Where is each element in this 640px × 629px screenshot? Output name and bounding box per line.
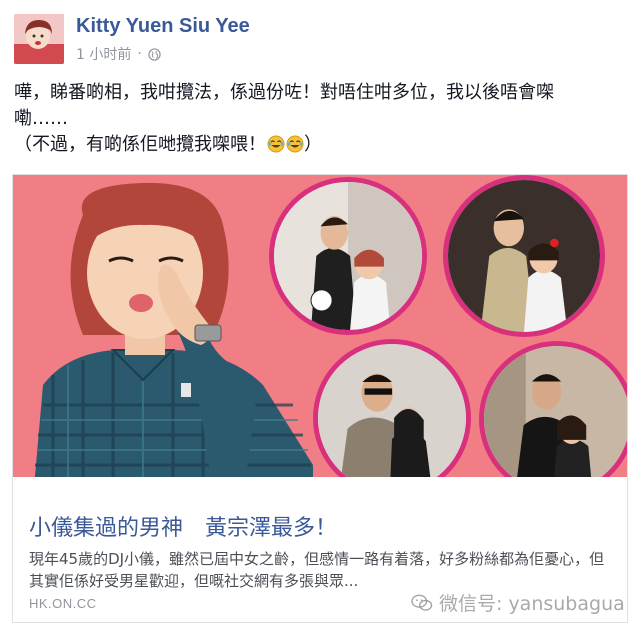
avatar-image xyxy=(14,14,64,64)
post-text-line: （不過，有啲係佢哋攬我㗎喂！） xyxy=(14,134,322,155)
wechat-icon xyxy=(411,594,433,611)
link-preview-image[interactable] xyxy=(13,175,627,499)
post-text-line: 嘞…… xyxy=(14,108,68,129)
post-timestamp[interactable]: 1 小时前 xyxy=(76,44,131,64)
laughing-tears-emoji-icon xyxy=(286,135,304,153)
photo-circle-3 xyxy=(313,339,471,497)
link-summary: 現年45歲的DJ小儀，雖然已屆中女之齡，但感情一路有着落，好多粉絲都為佢憂心，但… xyxy=(29,550,605,590)
watermark-text: 微信号: yansubagua xyxy=(439,593,625,615)
post-text-line: 嘩，睇番啲相，我咁攬法，係過份咗！對唔住咁多位，我以後唔會㗎 xyxy=(14,82,554,103)
globe-icon[interactable] xyxy=(148,47,161,61)
meta-separator: · xyxy=(137,46,142,62)
profile-avatar[interactable] xyxy=(14,14,64,64)
author-name[interactable]: Kitty Yuen Siu Yee xyxy=(76,15,250,38)
laughing-tears-emoji-icon xyxy=(267,135,285,153)
photo-circle-1 xyxy=(269,177,427,335)
photo-circle-4 xyxy=(479,341,627,497)
link-domain: HK.ON.CC xyxy=(29,596,97,611)
link-headline[interactable]: 小儀集過的男神 黃宗澤最多！ xyxy=(29,510,337,542)
wechat-watermark: 微信号: yansubagua xyxy=(411,589,625,616)
photo-circle-2 xyxy=(443,175,605,337)
link-preview-card[interactable]: 小儀集過的男神 黃宗澤最多！ 現年45歲的DJ小儀，雖然已屆中女之齡，但感情一路有… xyxy=(12,174,628,623)
image-bottom-strip xyxy=(13,477,627,499)
post-body: 嘩，睇番啲相，我咁攬法，係過份咗！對唔住咁多位，我以後唔會㗎 嘞…… （不過，有… xyxy=(14,80,624,158)
post-meta: 1 小时前 · xyxy=(76,44,161,64)
